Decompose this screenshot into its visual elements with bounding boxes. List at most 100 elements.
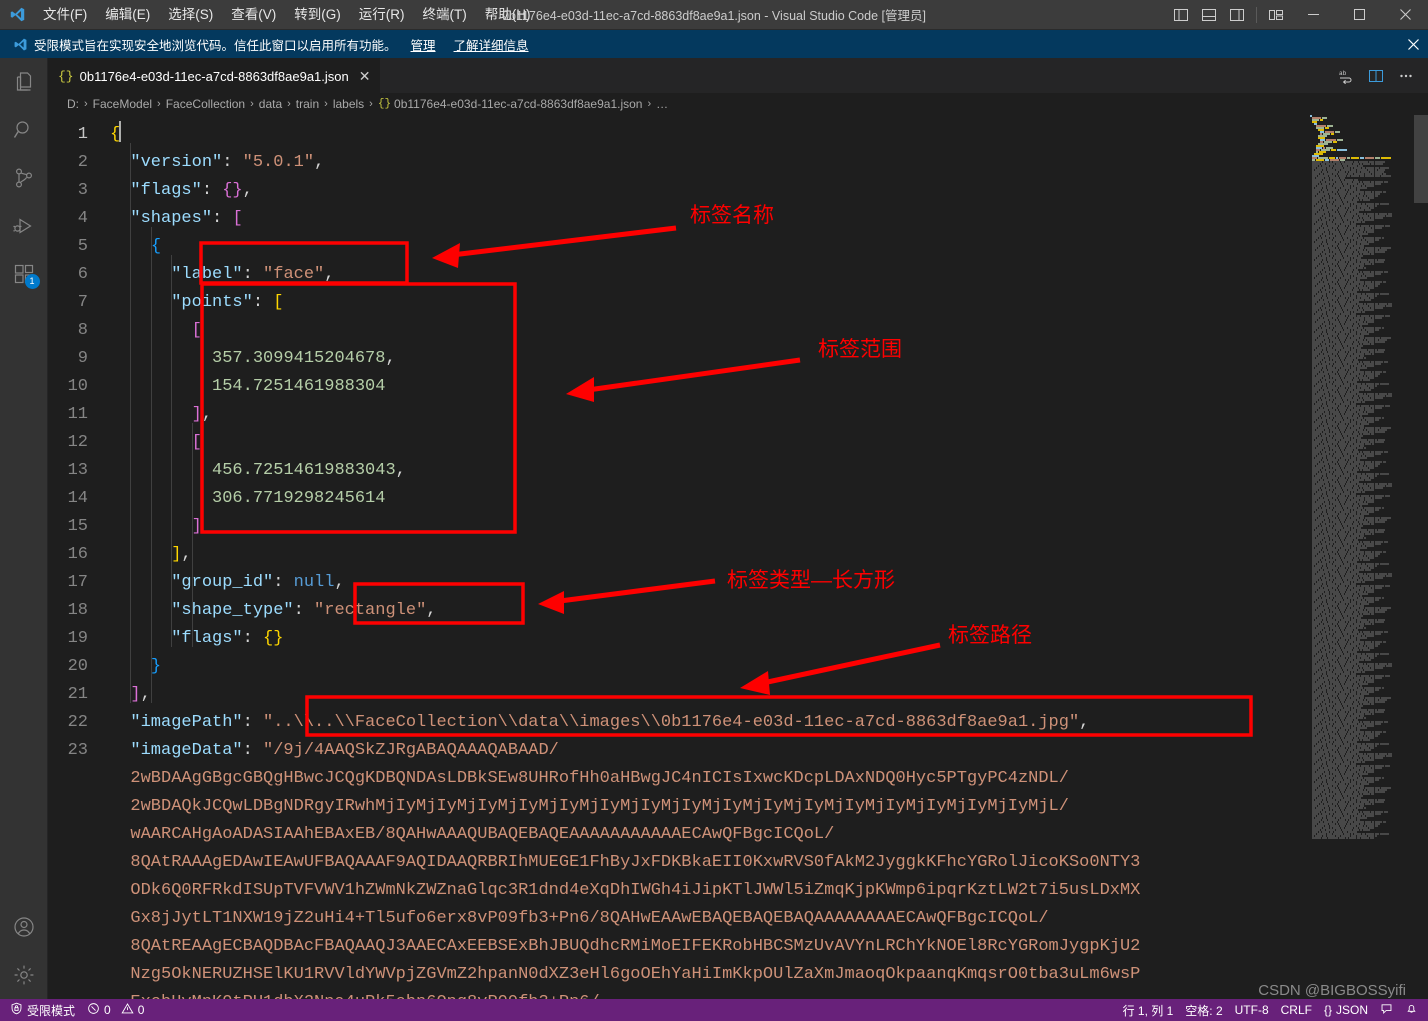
- breadcrumb-seg-0[interactable]: D:: [67, 97, 79, 111]
- activity-source-control-icon[interactable]: [0, 154, 48, 202]
- minimap-block: [1364, 579, 1374, 581]
- menu-help[interactable]: 帮助(H): [476, 0, 540, 30]
- tab-json-file[interactable]: {} 0b1176e4-e03d-11ec-a7cd-8863df8ae9a1.…: [48, 58, 382, 93]
- activity-account-icon[interactable]: [0, 903, 48, 951]
- menu-file[interactable]: 文件(F): [34, 0, 96, 30]
- breadcrumb-file[interactable]: 0b1176e4-e03d-11ec-a7cd-8863df8ae9a1.jso…: [394, 97, 642, 111]
- code-line[interactable]: [: [110, 317, 1308, 345]
- code-line[interactable]: 357.3099415204678,: [110, 345, 1308, 373]
- status-cursor-position[interactable]: 行 1, 列 1: [1117, 999, 1180, 1021]
- activity-search-icon[interactable]: [0, 106, 48, 154]
- code-line[interactable]: "imagePath": "..\\..\\FaceCollection\\da…: [110, 709, 1308, 737]
- minimap-block: [1363, 289, 1370, 291]
- code-token: ,: [385, 349, 396, 368]
- banner-close-icon[interactable]: [1398, 30, 1428, 58]
- code-line[interactable]: "version": "5.0.1",: [110, 149, 1308, 177]
- activity-explorer-icon[interactable]: [0, 58, 48, 106]
- code-line-wrapped[interactable]: 8QAtRAAAgEDAwIEAwUFBAQAAAF9AQIDAAQRBRIhM…: [110, 849, 1308, 877]
- code-line[interactable]: "group_id": null,: [110, 569, 1308, 597]
- minimap-block: [1363, 253, 1370, 255]
- minimap-block: [1372, 713, 1374, 715]
- code-token: ,: [334, 573, 345, 592]
- menu-go[interactable]: 转到(G): [285, 0, 350, 30]
- menu-run[interactable]: 运行(R): [350, 0, 414, 30]
- code-line-wrapped[interactable]: Gx8jJytLT1NXW19jZ2uHi4+Tl5ufo6erx8vP09fb…: [110, 905, 1308, 933]
- code-line-wrapped[interactable]: Nzg5OkNERUZHSElKU1RVVldYWVpjZGVmZ2hpanN0…: [110, 961, 1308, 989]
- code-line-wrapped[interactable]: ExcbHyMnK0tPU1dbX2Nna4uPk5ebn6Onq8vP09fb…: [110, 989, 1308, 999]
- code-line[interactable]: "imageData": "/9j/4AAQSkZJRgABAQAAAQABAA…: [110, 737, 1308, 765]
- code-token: null: [293, 573, 335, 592]
- editor-scrollbar[interactable]: [1414, 115, 1428, 999]
- code-line-wrapped[interactable]: 2wBDAQkJCQwLDBgNDRgyIRwhMjIyMjIyMjIyMjIy…: [110, 793, 1308, 821]
- code-line[interactable]: ],: [110, 401, 1308, 429]
- activity-settings-gear-icon[interactable]: [0, 951, 48, 999]
- code-line[interactable]: "flags": {}: [110, 625, 1308, 653]
- breadcrumb-seg-2[interactable]: FaceCollection: [166, 97, 245, 111]
- breadcrumb-seg-4[interactable]: train: [296, 97, 319, 111]
- code-line[interactable]: "points": [: [110, 289, 1308, 317]
- split-editor-right-icon[interactable]: [1362, 58, 1390, 93]
- customize-layout-icon[interactable]: [1262, 0, 1290, 30]
- code-line[interactable]: "flags": {},: [110, 177, 1308, 205]
- code-line[interactable]: [: [110, 429, 1308, 457]
- status-problems[interactable]: 0 0: [81, 999, 150, 1021]
- maximize-button[interactable]: [1336, 0, 1382, 30]
- menu-terminal[interactable]: 终端(T): [414, 0, 476, 30]
- status-encoding[interactable]: UTF-8: [1229, 999, 1275, 1021]
- toolbar-divider: [1256, 6, 1257, 23]
- code-line[interactable]: }: [110, 653, 1308, 681]
- menu-selection[interactable]: 选择(S): [159, 0, 222, 30]
- minimap-block: [1365, 353, 1371, 355]
- scrollbar-thumb[interactable]: [1414, 115, 1428, 203]
- code-line-wrapped[interactable]: 8QAtREAAgECBAQDBAcFBAQAAQJ3AAECAxEEBSExB…: [110, 933, 1308, 961]
- code-line[interactable]: ],: [110, 541, 1308, 569]
- code-line[interactable]: {: [110, 233, 1308, 261]
- code-line[interactable]: 306.7719298245614: [110, 485, 1308, 513]
- activity-run-debug-icon[interactable]: [0, 202, 48, 250]
- code-line-wrapped[interactable]: wAARCAHgAoADASIAAhEBAxEB/8QAHwAAAQUBAQEB…: [110, 821, 1308, 849]
- status-feedback-icon[interactable]: [1374, 999, 1399, 1021]
- code-line-wrapped[interactable]: ODk6Q0RFRkdISUpTVFVWV1hZWmNkZWZnaGlqc3R1…: [110, 877, 1308, 905]
- code-token: {: [150, 237, 162, 256]
- status-eol[interactable]: CRLF: [1275, 999, 1318, 1021]
- breadcrumb-seg-5[interactable]: labels: [333, 97, 364, 111]
- status-language-mode[interactable]: {} JSON: [1318, 999, 1374, 1021]
- code-content[interactable]: { "version": "5.0.1", "flags": {}, "shap…: [110, 115, 1308, 999]
- code-line[interactable]: {: [110, 121, 1308, 149]
- code-line-wrapped[interactable]: 2wBDAAgGBgcGBQgHBwcJCQgKDBQNDAsLDBkSEw8U…: [110, 765, 1308, 793]
- banner-manage-link[interactable]: 管理: [411, 35, 436, 54]
- banner-learn-more-link[interactable]: 了解详细信息: [454, 35, 529, 54]
- minimize-button[interactable]: [1290, 0, 1336, 30]
- toggle-panel-icon[interactable]: [1195, 0, 1223, 30]
- line-number: 1: [77, 125, 88, 144]
- minimap-block: [1365, 659, 1371, 661]
- code-line[interactable]: "shape_type": "rectangle",: [110, 597, 1308, 625]
- code-line[interactable]: "shapes": [: [110, 205, 1308, 233]
- status-notifications-icon[interactable]: [1399, 999, 1424, 1021]
- code-editor[interactable]: 1 2 3 4 5 6 7 8 9 10 11 12 13 14 15 16 17 18 19 20 21 22 23 { …: [48, 115, 1428, 999]
- close-button[interactable]: [1382, 0, 1428, 30]
- breadcrumb-overflow[interactable]: …: [656, 97, 668, 111]
- code-line[interactable]: 456.72514619883043,: [110, 457, 1308, 485]
- minimap-block: [1371, 793, 1374, 795]
- status-indentation[interactable]: 空格: 2: [1179, 999, 1228, 1021]
- toggle-secondary-sidebar-icon[interactable]: [1223, 0, 1251, 30]
- code-line[interactable]: ],: [110, 681, 1308, 709]
- code-token: 306.7719298245614: [212, 489, 386, 508]
- breadcrumb-seg-3[interactable]: data: [259, 97, 282, 111]
- menu-view[interactable]: 查看(V): [222, 0, 285, 30]
- tab-close-icon[interactable]: ✕: [359, 69, 371, 83]
- status-restricted-mode[interactable]: 受限模式: [4, 999, 81, 1021]
- code-line[interactable]: 154.7251461988304: [110, 373, 1308, 401]
- line-number: 22: [67, 713, 88, 732]
- minimap-block: [1328, 837, 1338, 839]
- code-line[interactable]: ]: [110, 513, 1308, 541]
- menu-edit[interactable]: 编辑(E): [96, 0, 159, 30]
- breadcrumb-seg-1[interactable]: FaceModel: [93, 97, 152, 111]
- toggle-primary-sidebar-icon[interactable]: [1167, 0, 1195, 30]
- toggle-word-wrap-icon[interactable]: ab: [1332, 58, 1360, 93]
- code-line[interactable]: "label": "face",: [110, 261, 1308, 289]
- activity-extensions-icon[interactable]: 1: [0, 250, 48, 298]
- minimap[interactable]: [1308, 115, 1428, 999]
- editor-more-actions-icon[interactable]: [1392, 58, 1420, 93]
